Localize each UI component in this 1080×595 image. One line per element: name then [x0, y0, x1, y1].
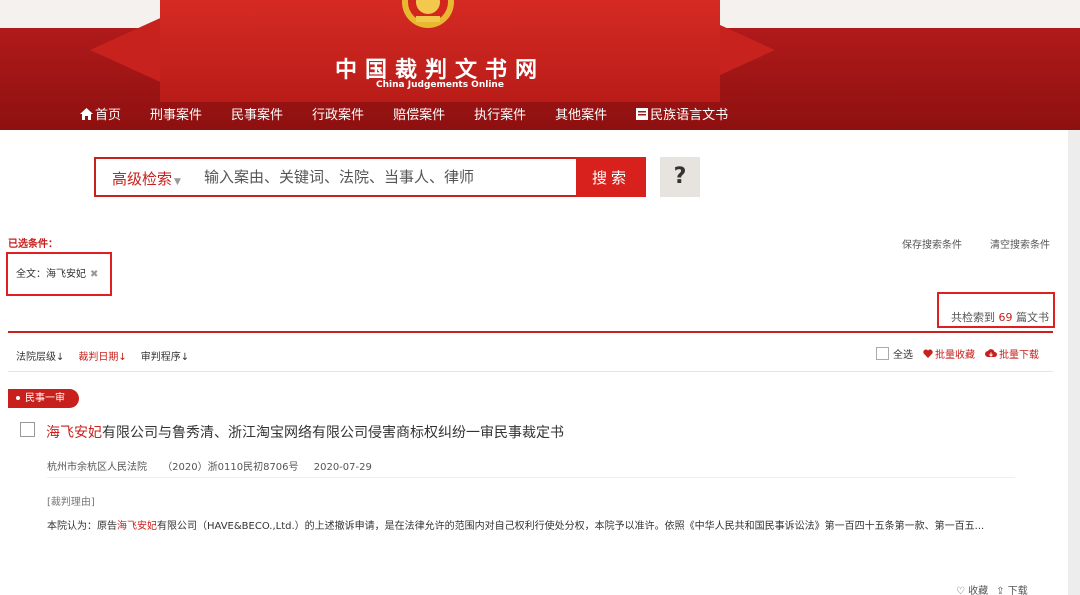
case-type-badge: 民事一审 — [8, 389, 79, 408]
result-divider — [8, 371, 1053, 372]
result-count: 共检索到 69 篇文书 — [951, 309, 1049, 325]
sort-trial-procedure[interactable]: 审判程序↓ — [141, 348, 189, 363]
result-count-prefix: 共检索到 — [951, 311, 995, 324]
selected-conditions-label: 已选条件： — [8, 239, 58, 250]
nav-administrative[interactable]: 行政案件 — [312, 104, 364, 123]
collect-button[interactable]: ♡ 收藏 — [956, 582, 988, 595]
close-icon[interactable]: ✖ — [90, 269, 98, 280]
result-count-number: 69 — [998, 311, 1013, 324]
cloud-download-icon — [985, 349, 997, 357]
result-date: 2020-07-29 — [313, 462, 372, 473]
nav-enforcement[interactable]: 执行案件 — [474, 104, 526, 123]
condition-tag: 全文：海飞安妃 ✖ — [16, 265, 98, 280]
reason-label: [裁判理由] — [47, 497, 95, 508]
batch-collect-button[interactable]: 批量收藏 — [923, 346, 975, 361]
section-divider — [8, 331, 1053, 333]
snippet-pre: 本院认为：原告 — [47, 521, 117, 532]
condition-tag-box: 全文：海飞安妃 ✖ — [6, 252, 112, 296]
result-title-link[interactable]: 海飞安妃有限公司与鲁秀清、浙江淘宝网络有限公司侵害商标权纠纷一审民事裁定书 — [46, 422, 564, 442]
clear-conditions-link[interactable]: 清空搜索条件 — [990, 236, 1050, 251]
snippet-post: 有限公司（HAVE&BECO.,Ltd.）的上述撤诉申请，是在法律允许的范围内对… — [157, 521, 985, 532]
result-title-rest: 有限公司与鲁秀清、浙江淘宝网络有限公司侵害商标权纠纷一审民事裁定书 — [102, 425, 564, 441]
heart-icon — [923, 349, 933, 358]
search-box: 高级检索▼ 搜索 — [94, 157, 646, 197]
bullet-icon — [16, 396, 20, 400]
page-scrollbar[interactable] — [1068, 130, 1080, 595]
result-actions: ♡ 收藏 ⇪ 下载 — [956, 582, 1036, 595]
snippet-highlight: 海飞安妃 — [117, 521, 157, 532]
nav-ethnic-language-label: 民族语言文书 — [650, 108, 729, 123]
advanced-search-label: 高级检索 — [112, 170, 173, 188]
result-title-highlight: 海飞安妃 — [46, 425, 102, 441]
result-count-box: 共检索到 69 篇文书 — [937, 292, 1055, 328]
result-count-suffix: 篇文书 — [1016, 311, 1049, 324]
bulk-actions: 全选 批量收藏 批量下载 — [876, 346, 1039, 361]
case-type-label: 民事一审 — [25, 393, 65, 404]
chevron-down-icon: ▼ — [174, 177, 181, 187]
result-case-number: （2020）浙0110民初8706号 — [162, 462, 299, 473]
batch-download-label: 批量下载 — [999, 350, 1039, 361]
site-header: 中国裁判文书网 China Judgements Online 首页 刑事案件 … — [0, 0, 1080, 130]
batch-download-button[interactable]: 批量下载 — [985, 346, 1039, 361]
home-icon — [80, 107, 93, 120]
help-button[interactable]: ? — [660, 157, 700, 197]
condition-tag-text: 全文：海飞安妃 — [16, 269, 86, 280]
sort-judgement-date[interactable]: 裁判日期↓ — [78, 348, 126, 363]
select-all-checkbox[interactable] — [876, 347, 889, 360]
site-subtitle: China Judgements Online — [376, 80, 504, 90]
search-button[interactable]: 搜索 — [576, 157, 646, 197]
nav-criminal[interactable]: 刑事案件 — [150, 104, 202, 123]
advanced-search-toggle[interactable]: 高级检索 ▼ — [112, 168, 181, 189]
sort-bar: 法院层级↓ 裁判日期↓ 审判程序↓ — [16, 348, 203, 363]
result-checkbox[interactable] — [20, 422, 35, 437]
select-all-label[interactable]: 全选 — [893, 346, 913, 361]
sort-court-level[interactable]: 法院层级↓ — [16, 348, 64, 363]
result-snippet: 本院认为：原告海飞安妃有限公司（HAVE&BECO.,Ltd.）的上述撤诉申请，… — [47, 517, 1047, 537]
nav-compensation[interactable]: 赔偿案件 — [393, 104, 445, 123]
save-conditions-link[interactable]: 保存搜索条件 — [902, 236, 962, 251]
search-input[interactable] — [204, 165, 564, 189]
nav-home[interactable]: 首页 — [80, 104, 121, 123]
result-court: 杭州市余杭区人民法院 — [47, 462, 147, 473]
national-emblem-icon — [402, 0, 454, 28]
nav-other[interactable]: 其他案件 — [555, 104, 607, 123]
result-meta: 杭州市余杭区人民法院 （2020）浙0110民初8706号 2020-07-29 — [47, 458, 384, 473]
download-button[interactable]: ⇪ 下载 — [996, 582, 1028, 595]
batch-collect-label: 批量收藏 — [935, 350, 975, 361]
document-icon — [636, 107, 649, 120]
nav-ethnic-language[interactable]: 民族语言文书 — [636, 104, 728, 123]
nav-civil[interactable]: 民事案件 — [231, 104, 283, 123]
meta-divider — [47, 477, 1015, 478]
nav-home-label: 首页 — [95, 108, 122, 123]
main-nav: 首页 刑事案件 民事案件 行政案件 赔偿案件 执行案件 其他案件 民族语言文书 — [80, 104, 757, 123]
